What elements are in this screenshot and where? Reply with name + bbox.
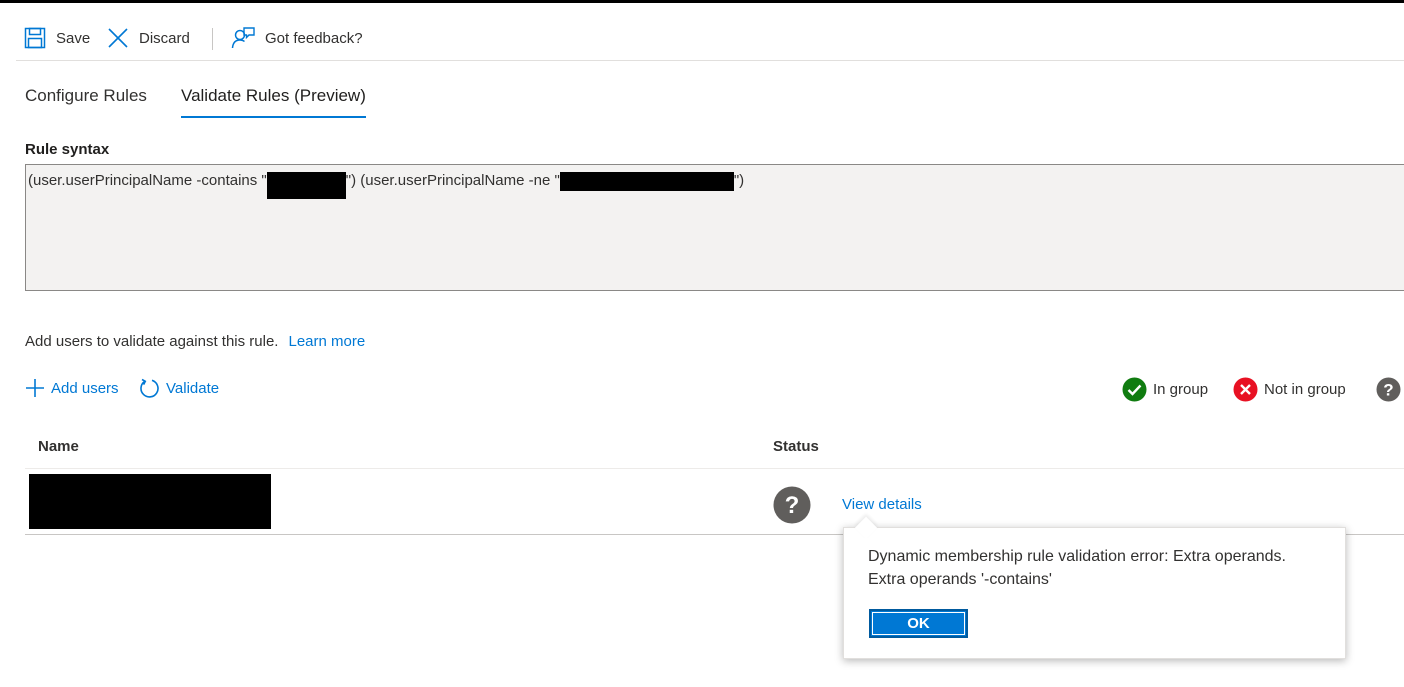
not-in-group-label: Not in group	[1264, 380, 1346, 398]
in-group-label: In group	[1153, 380, 1209, 398]
validate-label: Validate	[166, 379, 220, 397]
redacted-value	[266, 172, 346, 199]
command-bar: Save Discard Got feedback?	[16, 3, 1404, 61]
svg-text:?: ?	[1383, 380, 1393, 399]
svg-text:?: ?	[785, 492, 800, 519]
tab-validate-rules[interactable]: Validate Rules (Preview)	[181, 86, 366, 118]
refresh-icon	[140, 378, 159, 398]
table-header-divider	[25, 468, 1404, 469]
plus-icon	[26, 379, 44, 397]
validate-instruction: Add users to validate against this rule.…	[25, 333, 365, 350]
legend-in-group: In group	[1122, 376, 1208, 402]
feedback-icon	[231, 27, 255, 49]
validation-error-callout: Dynamic membership rule validation error…	[843, 527, 1346, 659]
instruction-text: Add users to validate against this rule.	[25, 333, 279, 350]
ok-button[interactable]: OK	[869, 609, 968, 638]
redacted-value	[559, 172, 734, 191]
error-circle-icon	[1233, 377, 1258, 401]
question-circle-icon: ?	[1376, 377, 1401, 401]
discard-label: Discard	[139, 29, 190, 47]
column-header-name[interactable]: Name	[38, 438, 79, 455]
rule-syntax-textbox[interactable]: (user.userPrincipalName -contains " ") (u…	[25, 164, 1404, 291]
close-icon	[108, 28, 128, 48]
save-label: Save	[56, 29, 91, 47]
question-icon: ?	[773, 486, 811, 524]
tab-configure-rules[interactable]: Configure Rules	[25, 86, 147, 118]
view-details-link[interactable]: View details	[842, 496, 922, 513]
add-users-button[interactable]: Add users	[25, 376, 119, 400]
discard-button[interactable]: Discard	[107, 25, 190, 51]
rule-text-part2: ") (user.userPrincipalName -ne "	[345, 172, 560, 189]
save-button[interactable]: Save	[24, 25, 90, 51]
rule-text-part3: ")	[733, 172, 745, 189]
check-circle-icon	[1122, 377, 1147, 401]
legend-not-in-group: Not in group	[1233, 376, 1346, 402]
learn-more-link[interactable]: Learn more	[288, 333, 365, 350]
error-message-line2: Extra operands '-contains'	[868, 571, 1052, 588]
column-header-status[interactable]: Status	[773, 438, 819, 455]
feedback-label: Got feedback?	[265, 29, 363, 47]
error-message-line1: Dynamic membership rule validation error…	[868, 548, 1286, 565]
redacted-user-name	[29, 474, 271, 529]
save-icon	[24, 27, 46, 49]
toolbar-divider	[212, 28, 213, 50]
callout-message: Dynamic membership rule validation error…	[868, 545, 1338, 591]
rule-syntax-label: Rule syntax	[25, 141, 110, 158]
add-users-label: Add users	[51, 379, 119, 397]
feedback-button[interactable]: Got feedback?	[231, 25, 363, 51]
validate-button[interactable]: Validate	[139, 376, 219, 400]
legend-unknown: ?	[1376, 376, 1401, 402]
rule-text-part1: (user.userPrincipalName -contains "	[28, 172, 267, 189]
